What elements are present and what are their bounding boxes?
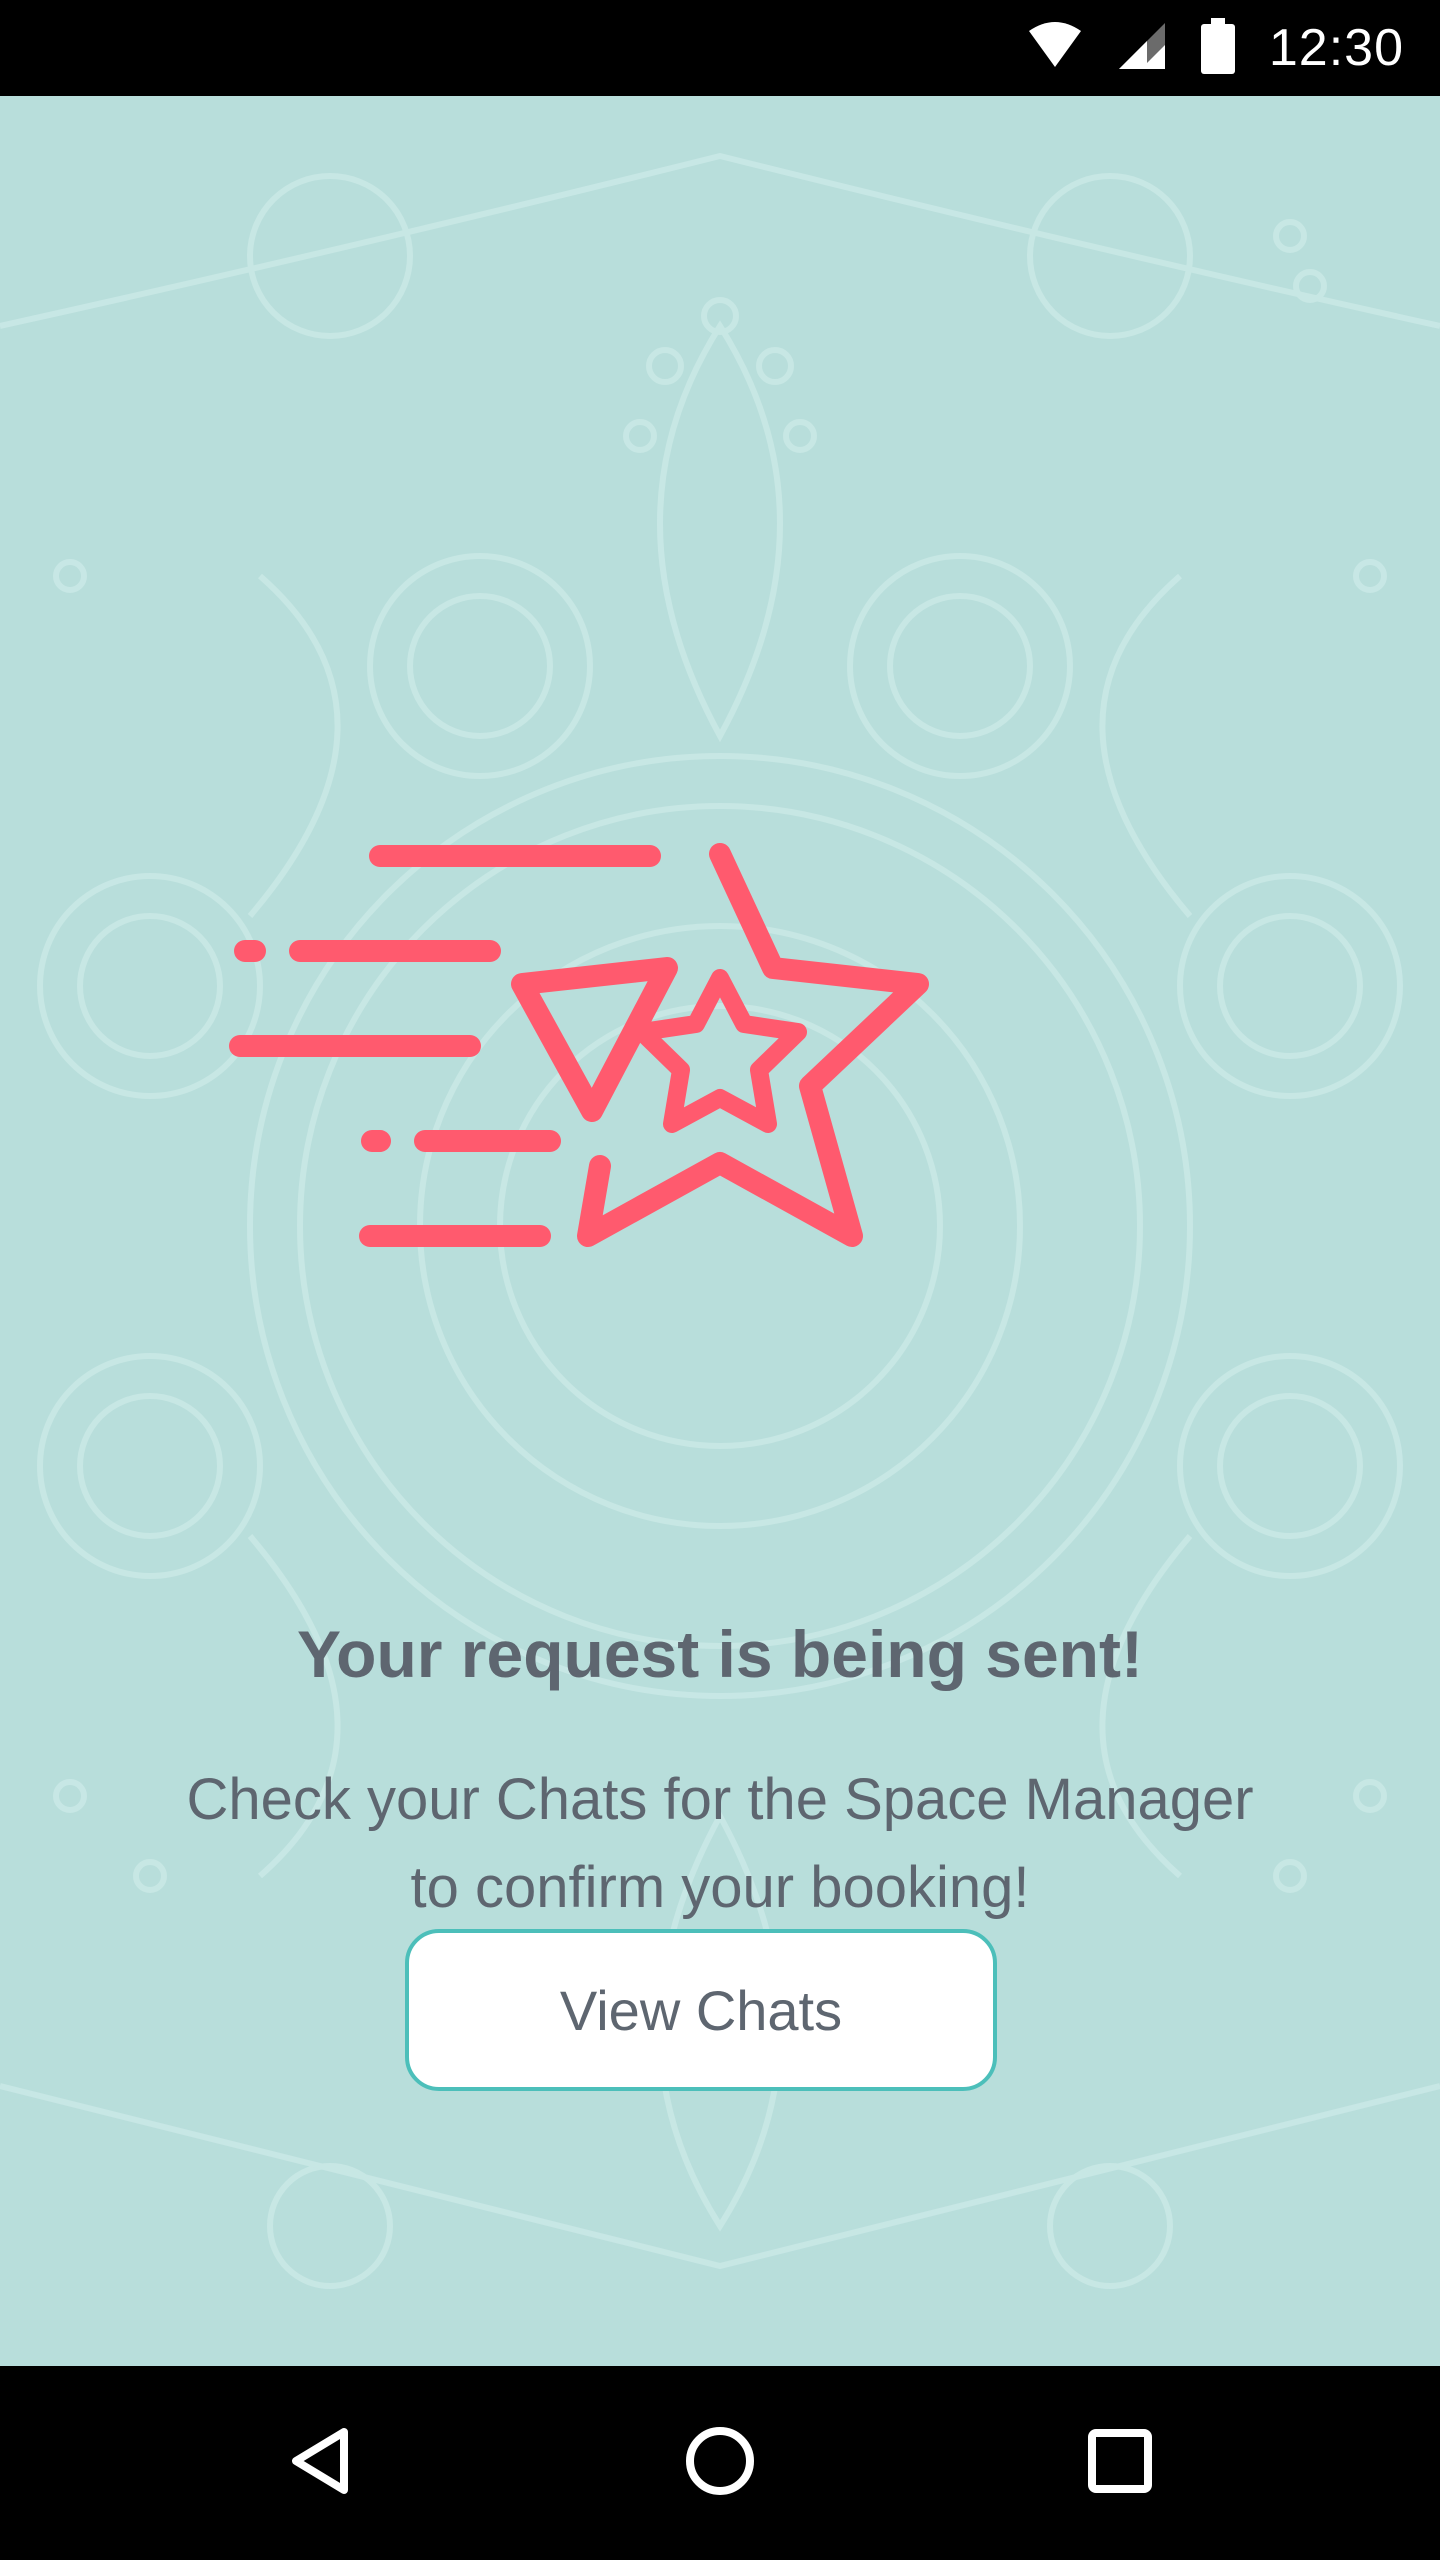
- page-title: Your request is being sent!: [297, 1617, 1143, 1691]
- wifi-icon: [1027, 21, 1083, 76]
- back-button[interactable]: [200, 2366, 440, 2560]
- back-icon: [288, 2426, 352, 2501]
- status-time: 12:30: [1268, 19, 1404, 77]
- recents-icon: [1086, 2427, 1154, 2500]
- signal-icon: [1117, 21, 1167, 76]
- battery-icon: [1200, 17, 1235, 79]
- view-chats-button[interactable]: View Chats: [405, 1929, 997, 2091]
- home-icon: [684, 2425, 756, 2502]
- home-button[interactable]: [600, 2366, 840, 2560]
- status-icons: 12:30: [1027, 0, 1404, 96]
- status-bar: 12:30: [0, 0, 1440, 96]
- navigation-bar: [0, 2366, 1440, 2560]
- star-illustration: [229, 843, 929, 1247]
- main-content: Your request is being sent! Check your C…: [0, 96, 1440, 2366]
- page-subtitle: Check your Chats for the Space Manager t…: [186, 1767, 1254, 1920]
- recents-button[interactable]: [1000, 2366, 1240, 2560]
- app-screen: 12:30 Your request is being sent! Check …: [0, 0, 1440, 2560]
